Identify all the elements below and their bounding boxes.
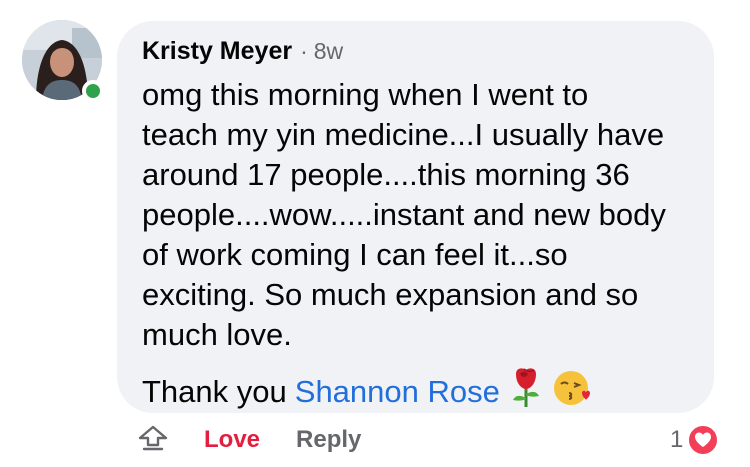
comment-timestamp[interactable]: 8w — [314, 38, 343, 65]
author-name[interactable]: Kristy Meyer — [142, 37, 292, 66]
comment-bubble: Kristy Meyer · 8w omg this morning when … — [117, 21, 714, 413]
avatar-container[interactable] — [22, 20, 104, 102]
rose-emoji — [506, 366, 546, 418]
separator-dot: · — [300, 38, 308, 64]
comment-header: Kristy Meyer · 8w — [142, 37, 690, 69]
online-status-indicator — [82, 80, 104, 102]
comment-actions: Love Reply — [136, 420, 361, 460]
heart-icon — [687, 424, 720, 456]
love-button[interactable]: Love — [204, 426, 260, 454]
reaction-count: 1 — [670, 426, 684, 453]
mention-link[interactable]: Shannon Rose — [295, 372, 500, 412]
comment-thanks-line: Thank you Shannon Rose — [142, 366, 690, 418]
reaction-summary[interactable]: 1 — [670, 420, 720, 460]
share-icon[interactable] — [136, 423, 170, 457]
thanks-text: Thank you — [142, 374, 287, 409]
comment-view: Kristy Meyer · 8w omg this morning when … — [0, 0, 750, 467]
reply-button[interactable]: Reply — [296, 426, 361, 454]
kissing-face-emoji — [552, 367, 592, 417]
comment-text: omg this morning when I went to teach my… — [142, 77, 666, 352]
